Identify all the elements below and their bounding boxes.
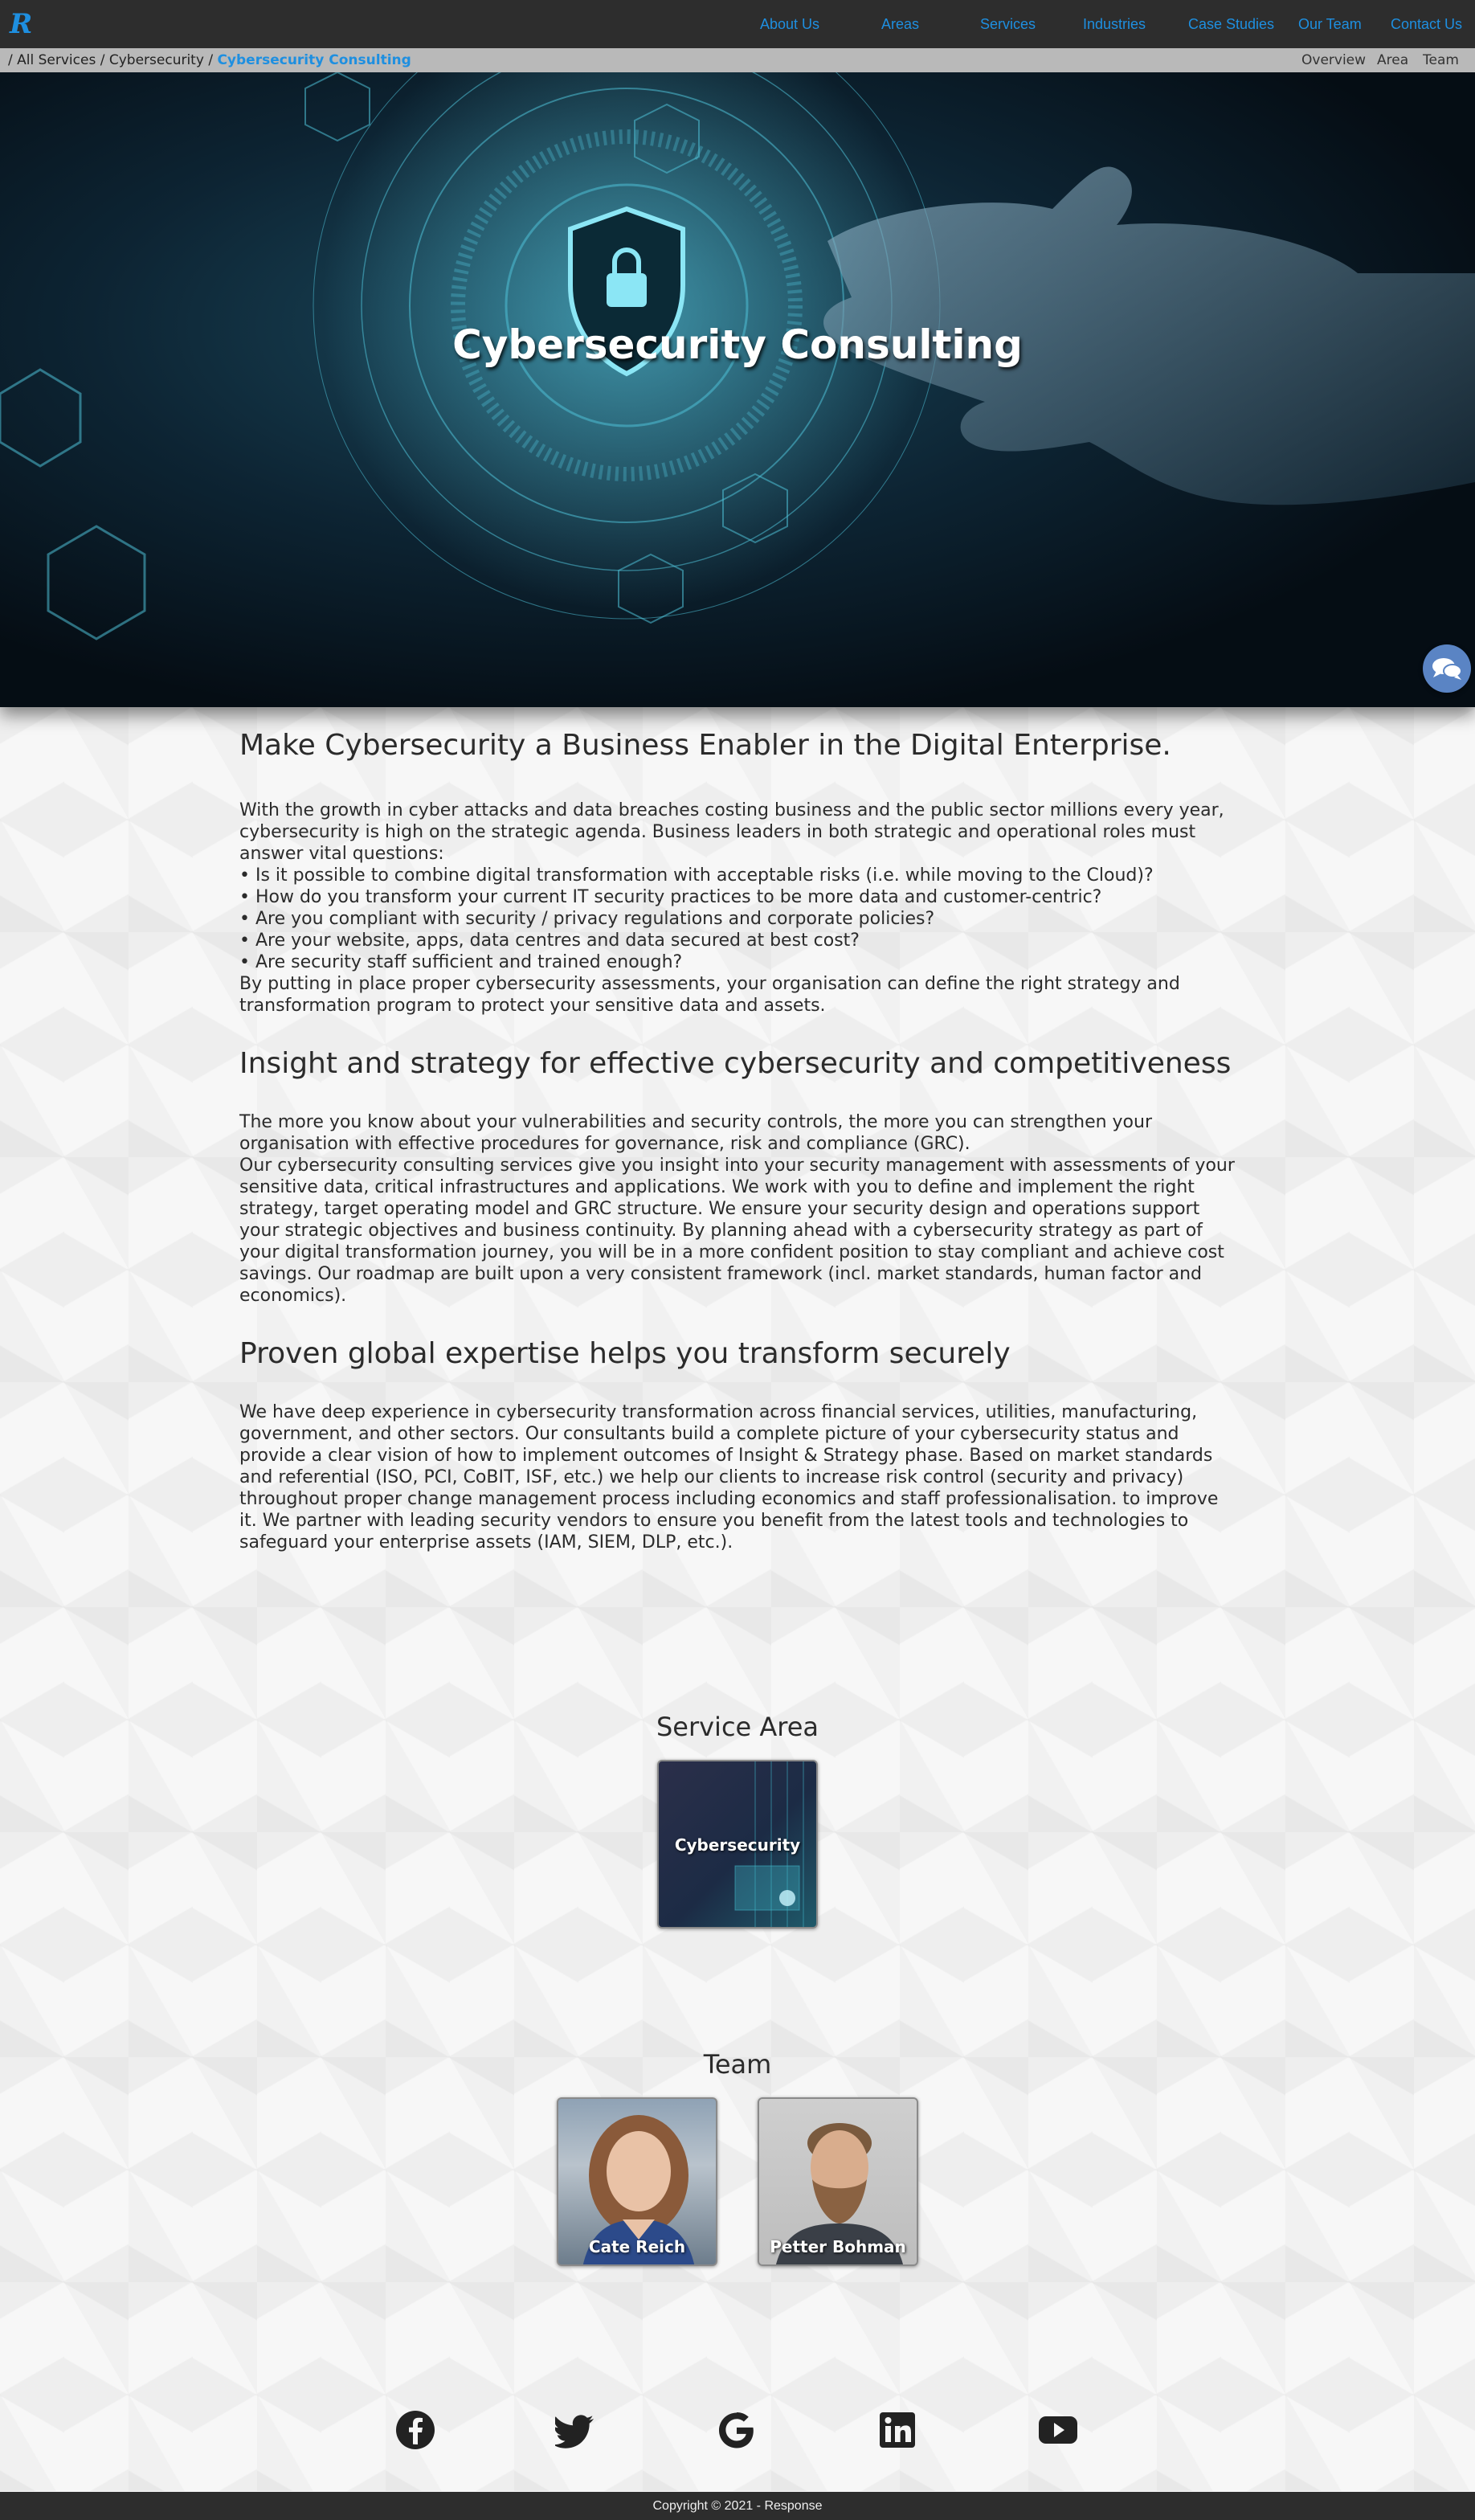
response-logo-icon[interactable]: R <box>10 10 32 39</box>
main-content: Make Cybersecurity a Business Enabler in… <box>239 727 1236 1582</box>
team-member-name: Cate Reich <box>588 2237 686 2256</box>
breadcrumb-separator: / <box>100 52 105 68</box>
service-card-label: Cybersecurity <box>674 1835 801 1855</box>
subnav-area[interactable]: Area <box>1377 48 1408 72</box>
paragraph: We have deep experience in cybersecurity… <box>239 1402 1219 1552</box>
section-heading: Make Cybersecurity a Business Enabler in… <box>239 729 1171 762</box>
facebook-icon[interactable] <box>394 2409 436 2451</box>
twitter-icon[interactable] <box>553 2409 597 2451</box>
section-heading: Insight and strategy for effective cyber… <box>239 1047 1232 1080</box>
section-closing-text: By putting in place proper cybersecurity… <box>239 974 1180 1016</box>
paragraph: The more you know about your vulnerabili… <box>239 1112 1153 1154</box>
team-member-name: Petter Bohman <box>770 2237 906 2256</box>
nav-our-team[interactable]: Our Team <box>1298 0 1362 48</box>
hero-cyber-illustration <box>0 72 1475 640</box>
subnav-overview[interactable]: Overview <box>1301 48 1366 72</box>
bullet-item: • Are you compliant with security / priv… <box>239 909 935 929</box>
breadcrumb-separator: / <box>208 52 214 68</box>
section-intro-text: With the growth in cyber attacks and dat… <box>239 800 1224 864</box>
breadcrumb-separator: / <box>8 52 13 68</box>
nav-services[interactable]: Services <box>980 0 1036 48</box>
service-area-title: Service Area <box>656 1712 819 1742</box>
bullet-item: • Are your website, apps, data centres a… <box>239 931 860 951</box>
bullet-item: • Are security staff sufficient and trai… <box>239 952 683 972</box>
nav-about-us[interactable]: About Us <box>760 0 819 48</box>
section-business-enabler: Make Cybersecurity a Business Enabler in… <box>239 727 1236 1017</box>
paragraph: Our cybersecurity consulting services gi… <box>239 1156 1235 1306</box>
nav-industries[interactable]: Industries <box>1083 0 1146 48</box>
copyright-text: Copyright © 2021 - Response <box>652 2499 823 2513</box>
chat-bubbles-icon <box>1432 658 1462 680</box>
hero-title: Cybersecurity Consulting <box>452 321 1023 368</box>
nav-case-studies[interactable]: Case Studies <box>1188 0 1274 48</box>
youtube-icon[interactable] <box>1037 2409 1079 2451</box>
nav-contact-us[interactable]: Contact Us <box>1391 0 1462 48</box>
subnav-team[interactable]: Team <box>1423 48 1459 72</box>
team-card-petter-bohman[interactable]: Petter Bohman <box>758 2097 918 2266</box>
chat-button[interactable] <box>1423 644 1471 693</box>
service-card-cybersecurity[interactable]: Cybersecurity <box>657 1760 818 1929</box>
bullet-item: • Is it possible to combine digital tran… <box>239 865 1154 886</box>
team-title: Team <box>703 2049 772 2080</box>
footer: Copyright © 2021 - Response <box>0 2492 1475 2520</box>
section-heading: Proven global expertise helps you transf… <box>239 1337 1011 1370</box>
breadcrumb-current: Cybersecurity Consulting <box>217 52 411 68</box>
hero-banner: Cybersecurity Consulting <box>0 72 1475 707</box>
section-insight-strategy: Insight and strategy for effective cyber… <box>239 1045 1236 1307</box>
breadcrumb-bar: / All Services / Cybersecurity / Cyberse… <box>0 48 1475 72</box>
breadcrumb: / All Services / Cybersecurity / Cyberse… <box>8 48 411 72</box>
breadcrumb-all-services[interactable]: All Services <box>17 52 96 68</box>
top-navigation: R About Us Areas Services Industries Cas… <box>0 0 1475 48</box>
nav-areas[interactable]: Areas <box>881 0 919 48</box>
google-icon[interactable] <box>716 2409 758 2451</box>
team-card-cate-reich[interactable]: Cate Reich <box>557 2097 717 2266</box>
breadcrumb-cybersecurity[interactable]: Cybersecurity <box>109 52 204 68</box>
section-global-expertise: Proven global expertise helps you transf… <box>239 1336 1236 1553</box>
linkedin-icon[interactable] <box>876 2409 918 2451</box>
bullet-item: • How do you transform your current IT s… <box>239 887 1102 907</box>
